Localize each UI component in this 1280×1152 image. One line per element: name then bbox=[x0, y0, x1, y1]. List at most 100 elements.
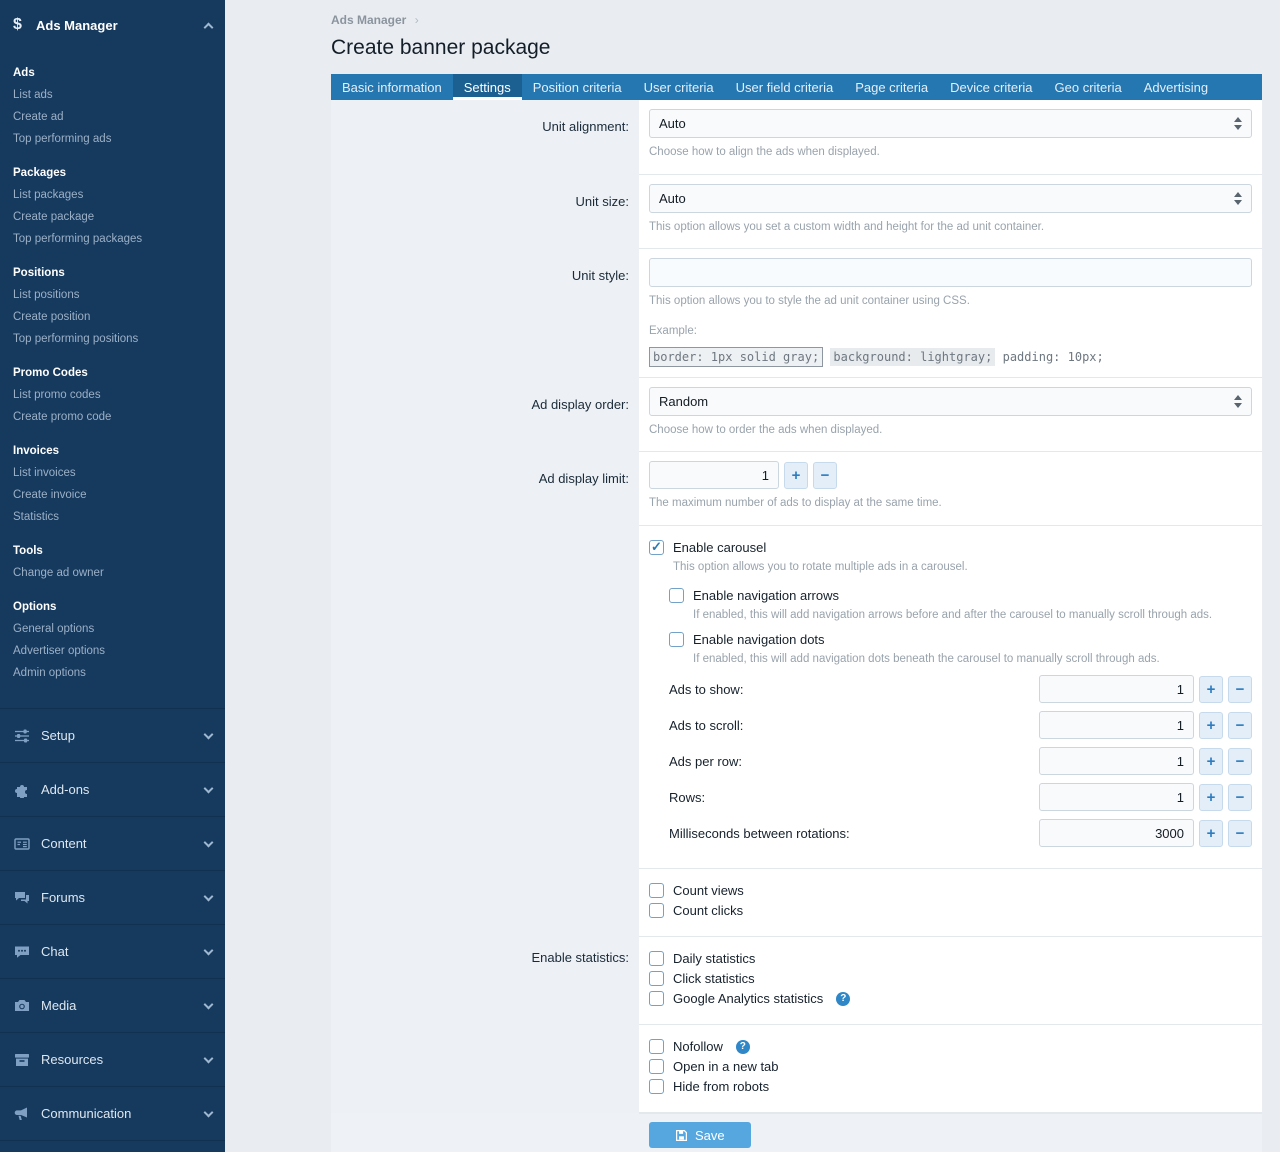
unit-style-input[interactable] bbox=[649, 258, 1252, 287]
sidebar-item-create-position[interactable]: Create position bbox=[13, 306, 212, 328]
enable-navigation-dots-checkbox[interactable] bbox=[669, 632, 684, 647]
enable-carousel-checkbox[interactable] bbox=[649, 540, 664, 555]
tab-basic-information[interactable]: Basic information bbox=[331, 74, 453, 100]
chevron-down-icon bbox=[204, 783, 214, 793]
enable-navigation-arrows-checkbox[interactable] bbox=[669, 588, 684, 603]
help-icon[interactable]: ? bbox=[836, 992, 850, 1006]
code-segment: background: lightgray; bbox=[830, 348, 995, 366]
unit-alignment-select[interactable]: Auto bbox=[649, 109, 1252, 138]
code-segment: border: 1px solid gray; bbox=[649, 347, 823, 367]
chevron-down-icon bbox=[204, 1107, 214, 1117]
ads-to-scroll-input[interactable]: 1 bbox=[1039, 711, 1194, 739]
chevron-down-icon bbox=[204, 945, 214, 955]
save-button[interactable]: Save bbox=[649, 1122, 751, 1148]
sidebar-menu-setup[interactable]: Setup bbox=[0, 708, 225, 762]
increment-button[interactable]: + bbox=[1199, 784, 1223, 811]
field-hint: If enabled, this will add navigation dot… bbox=[693, 652, 1252, 668]
field-label: Ads to scroll: bbox=[669, 718, 743, 733]
sidebar-item-list-invoices[interactable]: List invoices bbox=[13, 462, 212, 484]
ads-to-show-input[interactable]: 1 bbox=[1039, 675, 1194, 703]
tab-advertising[interactable]: Advertising bbox=[1133, 74, 1219, 100]
tab-user-criteria[interactable]: User criteria bbox=[633, 74, 725, 100]
camera-icon bbox=[13, 997, 30, 1014]
sidebar-item-change-ad-owner[interactable]: Change ad owner bbox=[13, 562, 212, 584]
nofollow-checkbox[interactable] bbox=[649, 1039, 664, 1054]
increment-button[interactable]: + bbox=[1199, 676, 1223, 703]
sidebar-item-create-ad[interactable]: Create ad bbox=[13, 106, 212, 128]
unit-size-select[interactable]: Auto bbox=[649, 184, 1252, 213]
sidebar-menu-content[interactable]: Content bbox=[0, 816, 225, 870]
help-icon[interactable]: ? bbox=[736, 1040, 750, 1054]
ad-display-order-select[interactable]: Random bbox=[649, 387, 1252, 416]
sidebar-menu-media[interactable]: Media bbox=[0, 978, 225, 1032]
tab-page-criteria[interactable]: Page criteria bbox=[844, 74, 939, 100]
sidebar-menu-add-ons[interactable]: Add-ons bbox=[0, 762, 225, 816]
group-title: Positions bbox=[13, 267, 212, 279]
decrement-button[interactable]: − bbox=[1228, 784, 1252, 811]
ad-display-limit-input[interactable]: 1 bbox=[649, 461, 779, 489]
sidebar-item-general-options[interactable]: General options bbox=[13, 618, 212, 640]
sidebar-item-statistics[interactable]: Statistics bbox=[13, 506, 212, 528]
content-card-icon bbox=[13, 835, 30, 852]
carousel-row-rows: Rows: 1 + − bbox=[669, 783, 1252, 811]
sidebar-item-create-promo-code[interactable]: Create promo code bbox=[13, 406, 212, 428]
count-views-checkbox[interactable] bbox=[649, 883, 664, 898]
decrement-button[interactable]: − bbox=[813, 462, 837, 489]
decrement-button[interactable]: − bbox=[1228, 676, 1252, 703]
sidebar-item-create-invoice[interactable]: Create invoice bbox=[13, 484, 212, 506]
tab-settings[interactable]: Settings bbox=[453, 74, 522, 100]
decrement-button[interactable]: − bbox=[1228, 748, 1252, 775]
dollar-icon: $ bbox=[13, 16, 27, 34]
open-in-new-tab-checkbox[interactable] bbox=[649, 1059, 664, 1074]
sidebar-nav: Ads List ads Create ad Top performing ad… bbox=[0, 50, 225, 708]
increment-button[interactable]: + bbox=[784, 462, 808, 489]
save-button-label: Save bbox=[695, 1128, 725, 1143]
sliders-icon bbox=[13, 727, 30, 744]
sidebar-item-top-performing-packages[interactable]: Top performing packages bbox=[13, 228, 212, 250]
google-analytics-statistics-checkbox[interactable] bbox=[649, 991, 664, 1006]
sidebar-header-label: Ads Manager bbox=[36, 18, 196, 33]
count-clicks-checkbox[interactable] bbox=[649, 903, 664, 918]
tab-geo-criteria[interactable]: Geo criteria bbox=[1044, 74, 1133, 100]
sidebar-item-advertiser-options[interactable]: Advertiser options bbox=[13, 640, 212, 662]
increment-button[interactable]: + bbox=[1199, 712, 1223, 739]
sidebar-item-list-ads[interactable]: List ads bbox=[13, 84, 212, 106]
puzzle-icon bbox=[13, 781, 30, 798]
rows-input[interactable]: 1 bbox=[1039, 783, 1194, 811]
sidebar-item-list-packages[interactable]: List packages bbox=[13, 184, 212, 206]
field-label: Rows: bbox=[669, 790, 705, 805]
hide-from-robots-checkbox[interactable] bbox=[649, 1079, 664, 1094]
sidebar-item-admin-options[interactable]: Admin options bbox=[13, 662, 212, 684]
increment-button[interactable]: + bbox=[1199, 820, 1223, 847]
sidebar-item-create-package[interactable]: Create package bbox=[13, 206, 212, 228]
breadcrumb: Ads Manager › bbox=[331, 13, 1262, 27]
field-label: Enable statistics: bbox=[331, 937, 639, 1025]
sidebar-menu-communication[interactable]: Communication bbox=[0, 1086, 225, 1140]
sidebar-menu-forums[interactable]: Forums bbox=[0, 870, 225, 924]
field-label: Ad display limit: bbox=[331, 452, 639, 526]
increment-button[interactable]: + bbox=[1199, 748, 1223, 775]
sidebar-item-list-promo-codes[interactable]: List promo codes bbox=[13, 384, 212, 406]
sidebar-item-list-positions[interactable]: List positions bbox=[13, 284, 212, 306]
menu-label: Setup bbox=[41, 728, 75, 743]
sidebar-group-positions: Positions List positions Create position… bbox=[13, 267, 212, 350]
sidebar-item-top-performing-ads[interactable]: Top performing ads bbox=[13, 128, 212, 150]
sidebar-menu-resources[interactable]: Resources bbox=[0, 1032, 225, 1086]
decrement-button[interactable]: − bbox=[1228, 712, 1252, 739]
click-statistics-checkbox[interactable] bbox=[649, 971, 664, 986]
milliseconds-input[interactable]: 3000 bbox=[1039, 819, 1194, 847]
daily-statistics-checkbox[interactable] bbox=[649, 951, 664, 966]
checkbox-label: Count views bbox=[673, 883, 744, 898]
sidebar-group-packages: Packages List packages Create package To… bbox=[13, 167, 212, 250]
sidebar-item-top-performing-positions[interactable]: Top performing positions bbox=[13, 328, 212, 350]
tab-position-criteria[interactable]: Position criteria bbox=[522, 74, 633, 100]
tab-device-criteria[interactable]: Device criteria bbox=[939, 74, 1043, 100]
ads-per-row-input[interactable]: 1 bbox=[1039, 747, 1194, 775]
select-value: Random bbox=[659, 394, 708, 409]
breadcrumb-link-ads-manager[interactable]: Ads Manager bbox=[331, 13, 406, 27]
tab-user-field-criteria[interactable]: User field criteria bbox=[725, 74, 845, 100]
sidebar-header-ads-manager[interactable]: $ Ads Manager bbox=[0, 0, 225, 50]
decrement-button[interactable]: − bbox=[1228, 820, 1252, 847]
checkbox-label: Nofollow bbox=[673, 1039, 723, 1054]
sidebar-menu-chat[interactable]: Chat bbox=[0, 924, 225, 978]
